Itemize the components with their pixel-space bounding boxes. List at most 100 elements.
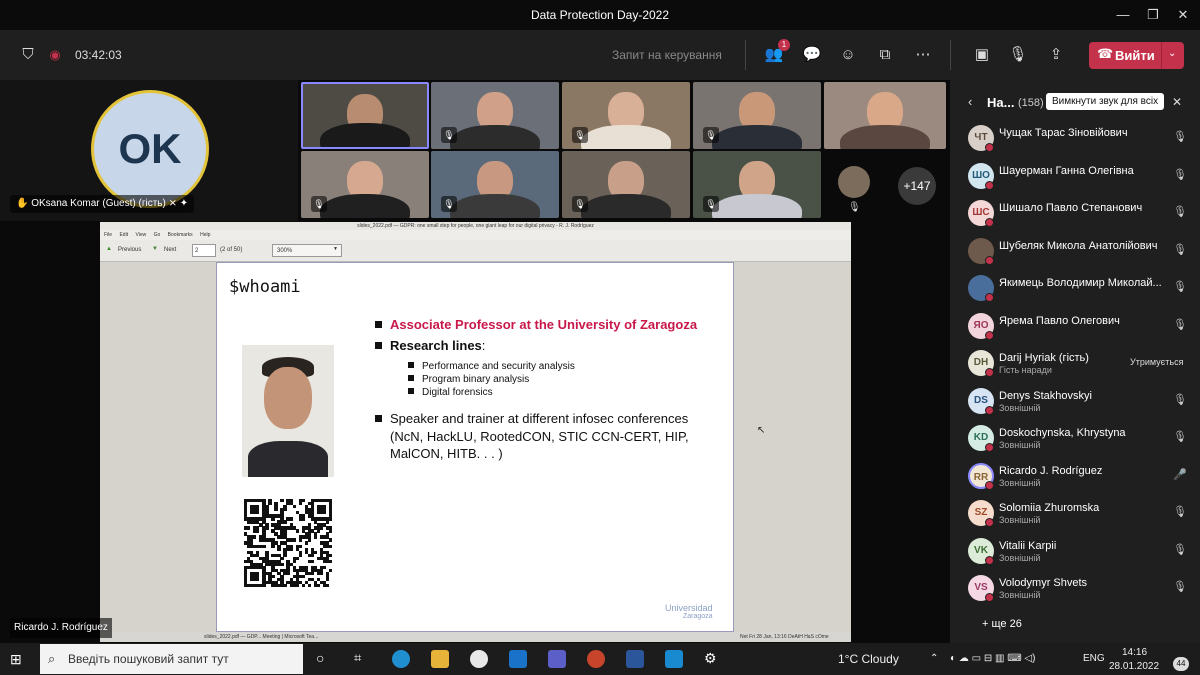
word-icon[interactable] [626,650,644,668]
weather-widget[interactable]: 1°C Cloudy [838,652,899,666]
back-icon[interactable]: ‹ [968,94,972,109]
edge-icon[interactable] [392,650,410,668]
camera-icon[interactable]: ▣ [970,43,994,67]
mic-off-icon[interactable]: 🎙 [1173,168,1187,181]
reactions-icon[interactable]: ☺ [836,43,860,67]
windows-start-icon[interactable]: ⊞ [10,651,22,668]
menu-help[interactable]: Help [200,232,210,238]
settings-icon[interactable]: ⚙ [704,650,722,668]
minimize-button[interactable]: — [1113,6,1133,24]
status-dot [985,518,994,527]
status-dot [985,255,994,265]
people-icon[interactable]: 👥 1 [762,39,790,67]
participant-row[interactable]: Шубеляк Микола Анатолійович 🎙 [950,233,1200,270]
video-tile[interactable]: 🎙 [301,151,429,218]
mic-off-icon[interactable]: 🎤 [1173,468,1187,481]
teams-icon[interactable] [548,650,566,668]
powerpoint-icon[interactable] [587,650,605,668]
video-tile[interactable]: 🎙 [431,151,559,218]
search-input[interactable]: ⌕ Введіть пошуковий запит тут [40,644,303,674]
chevron-down-icon: ▼ [333,246,338,252]
mic-off-icon: 🎙 [703,196,719,212]
video-tile[interactable]: 🎙 [693,82,821,149]
more-actions-icon[interactable]: ⋯ [911,43,935,67]
participant-row[interactable]: KD Doskochynska, Khrystyna Зовнішній 🎙 [950,420,1200,457]
chat-icon[interactable]: 💬 [800,43,824,67]
participant-row[interactable]: ШО Шауерман Ганна Олегівна 🎙 [950,158,1200,195]
rooms-icon[interactable]: ⧉ [873,43,897,67]
participant-row[interactable]: VK Vitalii Karpii Зовнішній 🎙 [950,533,1200,570]
widgets-icon[interactable]: ⌗ [354,650,372,668]
page-input[interactable]: 2 [192,244,216,257]
participant-row[interactable]: DH Darij Hyriak (гість) Гість наради Утриму… [950,345,1200,382]
viewer-title: slides_2022.pdf — GDPR: one small step f… [100,222,851,230]
participant-row[interactable]: ЧТ Чущак Тарас Зіновійович 🎙 [950,120,1200,157]
status-dot [985,480,994,490]
previous-button[interactable]: Previous [118,247,141,253]
mic-off-icon: 🎙 [848,202,861,213]
language-indicator[interactable]: ENG [1083,653,1105,664]
chrome-icon[interactable] [470,650,488,668]
video-tile[interactable]: 🎙 [562,82,690,149]
menu-view[interactable]: View [135,232,146,238]
participant-row[interactable]: DS Denys Stakhovskyi Зовнішній 🎙 [950,383,1200,420]
tray-icons[interactable]: ◐ ☁ ▭ ⊟ ▥ ⌨ ◁) [950,653,1035,664]
participant-role: Зовнішній [999,402,1041,413]
video-tile[interactable] [301,82,429,149]
slide-bullet: Research lines: [375,338,485,353]
video-tile[interactable]: 🎙 [562,151,690,218]
shield-icon[interactable]: ⛉ [16,43,40,67]
leave-button[interactable]: ☎ Вийти ⌄ [1089,42,1184,69]
video-tile[interactable]: 🎙 [693,151,821,218]
participant-row[interactable]: RR Ricardo J. Rodríguez Зовнішній 🎤 [950,458,1200,495]
participant-row[interactable]: ЯО Ярема Павло Олегович 🎙 [950,308,1200,345]
restore-button[interactable]: ❐ [1143,6,1163,24]
mic-off-icon[interactable]: 🎙 [1173,393,1187,406]
chevron-down-icon[interactable]: ⌄ [1168,48,1176,59]
participants-panel: ‹ На... (158) Вимкнути звук для всіх ✕ Ч… [950,80,1200,643]
participant-row[interactable]: ШС Шишало Павло Степанович 🎙 [950,195,1200,232]
guest-tile[interactable]: OK ✋ OKsana Komar (Guest) (гість) ⨯ ✦ [0,80,298,221]
next-button[interactable]: Next [164,247,176,253]
close-button[interactable]: ✕ [1173,6,1193,24]
clock-date[interactable]: 28.01.2022 [1109,661,1159,672]
request-control-button[interactable]: Запит на керування [612,48,722,62]
video-tile[interactable] [824,82,946,149]
mail-icon[interactable] [509,650,527,668]
more-participants-button[interactable]: +147 [898,167,936,205]
notification-badge[interactable]: 44 [1173,657,1189,671]
speaker-photo [242,345,334,477]
menu-bookmarks[interactable]: Bookmarks [168,232,193,238]
show-more-button[interactable]: + ще 26 [982,618,1022,630]
clock-time[interactable]: 14:16 [1122,647,1147,658]
avatar[interactable] [838,166,870,198]
participant-row[interactable]: Якимець Володимир Миколай... 🎙 [950,270,1200,307]
media-player-icon[interactable] [665,650,683,668]
mic-off-icon[interactable]: 🎙 [1173,580,1187,593]
arrow-down-icon[interactable]: ▼ [152,246,158,252]
menu-file[interactable]: File [104,232,112,238]
zoom-select[interactable]: 300% [272,244,342,257]
mic-off-icon[interactable]: 🎙 [1006,43,1030,67]
mic-off-icon[interactable]: 🎙 [1173,318,1187,331]
meeting-stage: OK ✋ OKsana Komar (Guest) (гість) ⨯ ✦ 🎙 … [0,80,950,643]
mic-off-icon[interactable]: 🎙 [1173,505,1187,518]
share-icon[interactable]: ⇪ [1044,43,1068,67]
participant-name: Vitalii Karpii [999,539,1057,552]
chevron-up-icon[interactable]: ⌃ [930,653,938,664]
file-explorer-icon[interactable] [431,650,449,668]
participant-row[interactable]: VS Volodymyr Shvets Зовнішній 🎙 [950,570,1200,607]
video-tile[interactable]: 🎙 [431,82,559,149]
mic-off-icon[interactable]: 🎙 [1173,130,1187,143]
menu-go[interactable]: Go [154,232,161,238]
mic-off-icon[interactable]: 🎙 [1173,280,1187,293]
close-icon[interactable]: ✕ [1172,95,1182,109]
mic-off-icon[interactable]: 🎙 [1173,243,1187,256]
arrow-up-icon[interactable]: ▲ [106,246,112,252]
menu-edit[interactable]: Edit [119,232,128,238]
mic-off-icon[interactable]: 🎙 [1173,205,1187,218]
task-view-icon[interactable]: ○ [316,650,334,668]
mic-off-icon[interactable]: 🎙 [1173,543,1187,556]
mic-off-icon[interactable]: 🎙 [1173,430,1187,443]
participant-row[interactable]: SZ Solomiia Zhuromska Зовнішній 🎙 [950,495,1200,532]
